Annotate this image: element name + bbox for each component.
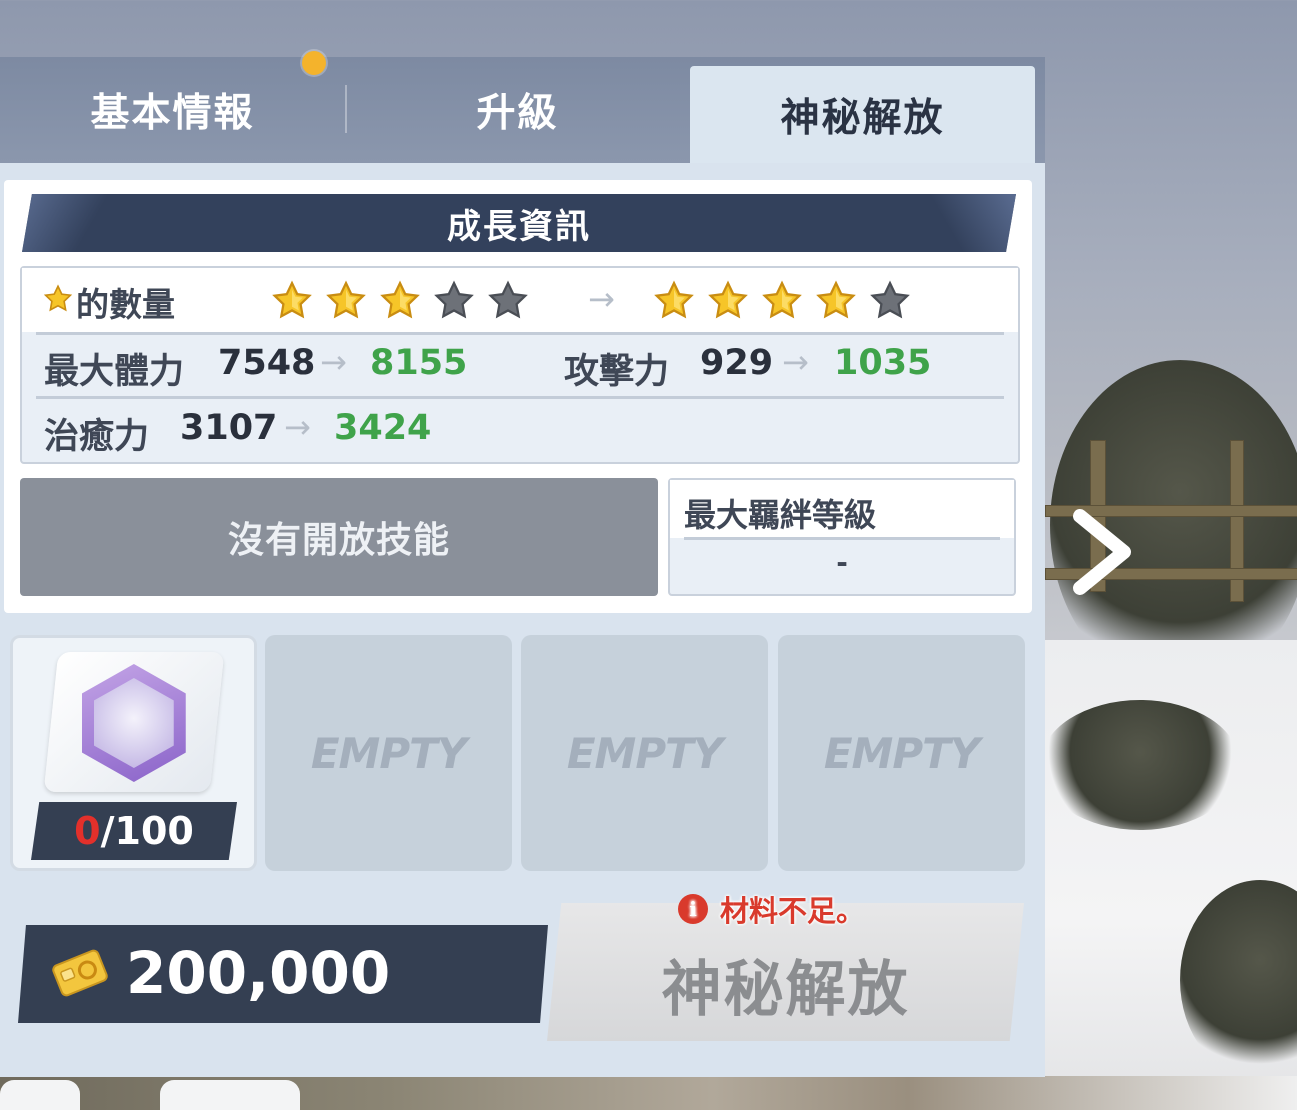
- star-filled-icon: [652, 280, 696, 322]
- empty-slot-label: EMPTY: [566, 728, 723, 778]
- heal-current-value: 3107: [180, 408, 278, 448]
- tab-bar: 基本情報 升級 神秘解放: [0, 51, 1045, 163]
- atk-arrow: →: [782, 343, 809, 381]
- material-slot-2[interactable]: EMPTY: [265, 635, 512, 871]
- info-icon: i: [678, 894, 708, 924]
- no-skill-label: 沒有開放技能: [227, 520, 450, 561]
- hp-next-value: 8155: [370, 343, 468, 383]
- insufficient-materials-warning: i 材料不足。: [678, 891, 866, 928]
- star-change-arrow: →: [588, 280, 615, 318]
- heal-label: 治癒力: [44, 417, 150, 457]
- mystic-release-button-label: 神秘解放: [661, 955, 910, 1025]
- next-character-arrow-icon[interactable]: [1068, 508, 1134, 596]
- star-filled-icon: [706, 280, 750, 322]
- star-filled-icon: [814, 280, 858, 322]
- growth-info-header: 成長資訊: [22, 194, 1016, 252]
- max-bond-level-label: 最大羈絆等級: [684, 496, 877, 534]
- gold-ticket-icon: [52, 949, 108, 997]
- hp-arrow: →: [320, 343, 347, 381]
- tab-upgrade-label: 升級: [476, 91, 559, 136]
- material-slot-4[interactable]: EMPTY: [778, 635, 1025, 871]
- material-have-count: 0: [74, 809, 101, 853]
- character-detail-panel: 基本情報 升級 神秘解放 成長資訊 的數量 → 最大體力 7548 → 8155…: [0, 51, 1045, 1077]
- notification-dot: [302, 51, 326, 75]
- hp-label: 最大體力: [44, 352, 185, 392]
- cost-value: 200,000: [126, 939, 391, 1007]
- warning-text: 材料不足。: [720, 894, 866, 928]
- tab-basic-info[interactable]: 基本情報: [0, 57, 345, 163]
- heal-arrow: →: [284, 408, 311, 446]
- star-count-row: 的數量 →: [22, 268, 1018, 332]
- star-filled-icon: [760, 280, 804, 322]
- material-need-count: /100: [100, 809, 194, 853]
- background-snow-patch: [0, 1080, 80, 1110]
- cost-bar: 200,000: [18, 925, 548, 1023]
- star-filled-icon: [324, 280, 368, 322]
- background-bush: [1040, 700, 1240, 830]
- max-bond-level-value: -: [836, 546, 848, 579]
- tab-upgrade[interactable]: 升級: [345, 57, 690, 163]
- empty-slot-label: EMPTY: [823, 728, 980, 778]
- material-slot-1[interactable]: 0/100: [10, 635, 257, 871]
- background-snow-patch: [160, 1080, 300, 1110]
- atk-current-value: 929: [700, 343, 774, 383]
- star-empty-icon: [868, 280, 912, 322]
- material-slot-3[interactable]: EMPTY: [521, 635, 768, 871]
- growth-info-card: 成長資訊 的數量 → 最大體力 7548 → 8155 攻擊力 929 → 10…: [4, 180, 1032, 613]
- tab-mystic-release[interactable]: 神秘解放: [690, 66, 1035, 163]
- tab-mystic-release-label: 神秘解放: [780, 95, 945, 141]
- growth-info-title: 成長資訊: [447, 206, 591, 247]
- character-portrait-icon: [82, 664, 186, 782]
- star-count-label: 的數量: [76, 285, 175, 324]
- star-empty-icon: [432, 280, 476, 322]
- star-empty-icon: [486, 280, 530, 322]
- atk-next-value: 1035: [834, 343, 932, 383]
- no-skill-panel: 沒有開放技能: [20, 478, 658, 596]
- stats-row-heal: 治癒力 3107 → 3424: [22, 398, 1018, 462]
- hp-current-value: 7548: [218, 343, 316, 383]
- heal-next-value: 3424: [334, 408, 432, 448]
- bond-divider: [684, 537, 1000, 540]
- max-bond-level-box: 最大羈絆等級 -: [668, 478, 1016, 596]
- material-count-bar: 0/100: [31, 802, 237, 860]
- portrait-inner: [94, 678, 174, 768]
- stats-row-hp-atk: 最大體力 7548 → 8155 攻擊力 929 → 1035: [22, 333, 1018, 397]
- stats-table: 的數量 → 最大體力 7548 → 8155 攻擊力 929 → 1035 治癒…: [20, 266, 1020, 464]
- star-icon: [42, 284, 74, 314]
- star-filled-icon: [378, 280, 422, 322]
- star-filled-icon: [270, 280, 314, 322]
- tab-basic-info-label: 基本情報: [90, 91, 255, 136]
- mystic-piece-item: [43, 652, 225, 792]
- empty-slot-label: EMPTY: [310, 728, 467, 778]
- atk-label: 攻擊力: [564, 352, 670, 392]
